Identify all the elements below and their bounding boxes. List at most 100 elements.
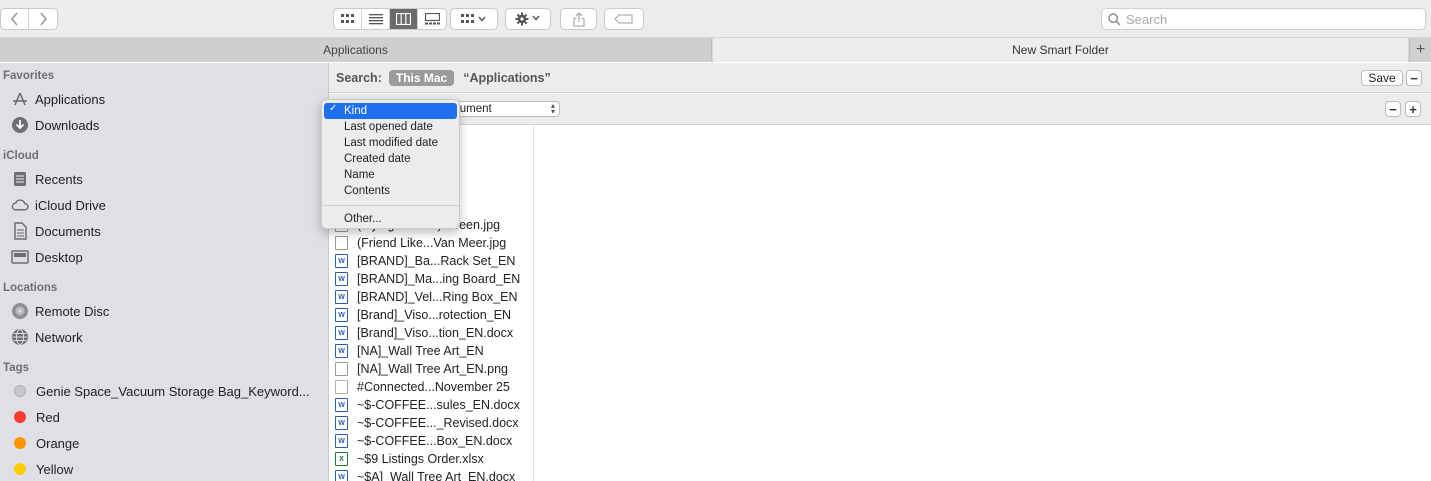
menu-item-label: Last opened date [344,121,433,133]
save-search-button[interactable]: Save [1361,70,1403,86]
column-view-button[interactable] [390,9,418,29]
file-name: ~$-COFFEE...sules_EN.docx [357,398,520,412]
applications-icon [10,90,29,109]
file-row[interactable]: W [BRAND]_Vel...Ring Box_EN [329,288,533,306]
sidebar-item-label: Applications [35,91,106,107]
tag-icon [614,14,633,24]
file-name: ~$9 Listings Order.xlsx [357,452,484,466]
tab-new-smart-folder[interactable]: New Smart Folder [713,38,1408,62]
file-name: ~$-COFFEE..._Revised.docx [357,416,519,430]
scope-applications-button[interactable]: “Applications” [463,71,551,85]
sidebar-item-label: Orange [36,435,80,451]
word-file-icon: W [335,470,348,481]
menu-item[interactable]: Created date [322,151,459,167]
icon-view-button[interactable] [334,9,362,29]
file-row[interactable]: W [Brand]_Viso...tion_EN.docx [329,324,533,342]
file-row[interactable]: W ~$-COFFEE...sules_EN.docx [329,396,533,414]
menu-item[interactable]: Last opened date [322,119,459,135]
desktop-icon [10,248,29,267]
sidebar-item-recents[interactable]: Recents [10,167,83,191]
sidebar-item-downloads[interactable]: Downloads [10,113,99,137]
back-button[interactable] [1,9,29,29]
scope-this-mac-button[interactable]: This Mac [388,69,455,86]
sidebar-tag-yellow[interactable]: Yellow [10,457,73,481]
sidebar-item-label: Remote Disc [35,303,110,319]
file-name: ~$-COFFEE...Box_EN.docx [357,434,513,448]
menu-item[interactable]: Name [322,167,459,183]
sidebar-item-network[interactable]: Network [10,325,83,349]
sidebar-item-desktop[interactable]: Desktop [10,245,83,269]
checkmark-icon: ✓ [329,103,338,114]
gallery-view-button[interactable] [418,9,446,29]
icloud-header: iCloud [3,150,39,162]
file-row[interactable]: W [BRAND]_Ma...ing Board_EN [329,270,533,288]
kind-value-select[interactable]: cument ▴ ▾ [449,101,560,117]
group-by-button[interactable] [450,8,498,30]
share-button[interactable] [560,8,597,30]
tab-applications[interactable]: Applications [0,38,712,62]
sidebar-item-label: Red [36,409,60,425]
file-row[interactable]: X ~$9 Listings Order.xlsx [329,450,533,468]
search-scope-bar: Search: This Mac “Applications” Save − [329,63,1431,93]
menu-item[interactable]: Last modified date [322,135,459,151]
pdf-file-icon [335,380,348,394]
sidebar-item-applications[interactable]: Applications [10,87,105,111]
menu-item[interactable]: Contents [322,183,459,199]
file-name: ~$A]_Wall Tree Art_EN.docx [357,470,516,481]
view-mode-selector [333,8,447,30]
remove-search-button[interactable]: − [1406,70,1422,86]
file-row[interactable]: W ~$-COFFEE...Box_EN.docx [329,432,533,450]
sidebar: Favorites Applications Downloads iCloud … [0,63,329,481]
file-name: [BRAND]_Ba...Rack Set_EN [357,254,516,268]
sidebar-item-label: Documents [35,223,101,239]
sidebar-tag-orange[interactable]: Orange [10,431,79,455]
file-name: #Connected...November 25 [357,380,510,394]
word-file-icon: W [335,434,348,448]
chevron-left-icon [10,12,18,26]
file-row[interactable]: #Connected...November 25 [329,378,533,396]
menu-item-other[interactable]: Other... [322,211,459,227]
sidebar-item-label: Downloads [35,117,100,133]
menu-separator [322,205,459,206]
tab-label: New Smart Folder [1012,43,1109,57]
word-file-icon: W [335,308,348,322]
menu-item[interactable]: ✓ Kind [324,103,457,119]
search-criteria-row: cument ▴ ▾ − + [329,94,1431,125]
edit-tags-button[interactable] [604,8,644,30]
word-file-icon: W [335,344,348,358]
updown-arrow-icon: ▴ ▾ [550,101,555,116]
sidebar-item-remote-disc[interactable]: Remote Disc [10,299,109,323]
search-input[interactable] [1126,11,1416,27]
file-row[interactable]: (Friend Like...Van Meer.jpg [329,234,533,252]
word-file-icon: W [335,272,348,286]
menu-item-label: Name [344,169,375,181]
forward-button[interactable] [29,9,57,29]
sidebar-item-label: Recents [35,171,83,187]
list-view-button[interactable] [362,9,390,29]
file-row[interactable]: W [Brand]_Viso...rotection_EN [329,306,533,324]
file-name: [BRAND]_Vel...Ring Box_EN [357,290,518,304]
sidebar-item-label: Network [35,329,83,345]
tag-color-dot [14,463,26,475]
remove-criterion-button[interactable]: − [1385,101,1401,117]
sidebar-item-label: Yellow [36,461,74,477]
img-file-icon [335,362,348,376]
toolbar-search[interactable] [1101,8,1426,30]
excel-file-icon: X [335,452,348,466]
icon-grid-icon [340,14,354,23]
gallery-icon [424,13,440,25]
sidebar-item-documents[interactable]: Documents [10,219,101,243]
add-criterion-button[interactable]: + [1405,101,1421,117]
file-row[interactable]: [NA]_Wall Tree Art_EN.png [329,360,533,378]
file-name: [NA]_Wall Tree Art_EN.png [357,362,508,376]
file-row[interactable]: W ~$A]_Wall Tree Art_EN.docx [329,468,533,481]
sidebar-item-icloud-drive[interactable]: iCloud Drive [10,193,106,217]
file-row[interactable]: W ~$-COFFEE..._Revised.docx [329,414,533,432]
file-row[interactable]: W [BRAND]_Ba...Rack Set_EN [329,252,533,270]
file-row[interactable]: W [NA]_Wall Tree Art_EN [329,342,533,360]
sidebar-tag-genie-space[interactable]: Genie Space_Vacuum Storage Bag_Keyword..… [10,379,310,403]
menu-item-label: Contents [344,185,391,197]
sidebar-tag-red[interactable]: Red [10,405,60,429]
new-tab-button[interactable]: + [1409,38,1431,62]
action-button[interactable] [505,8,551,30]
